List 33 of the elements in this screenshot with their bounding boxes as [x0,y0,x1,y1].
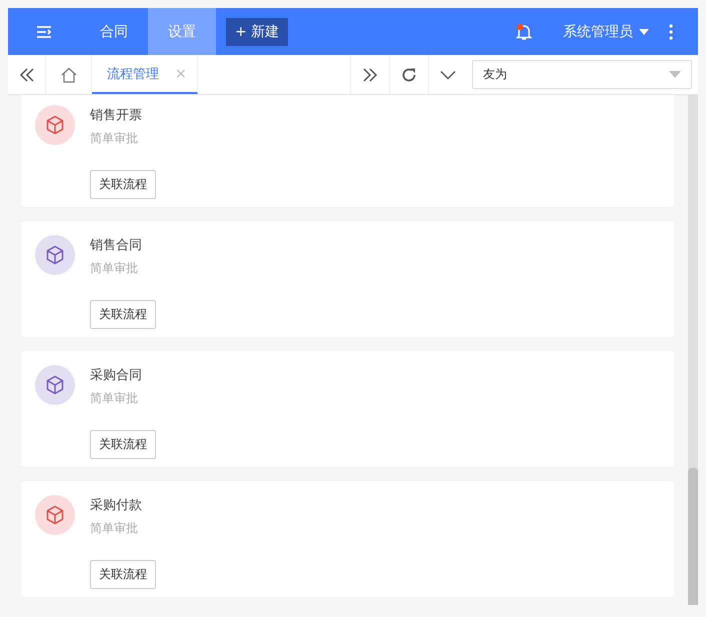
double-left-icon [18,68,34,82]
company-select[interactable]: 友为 [472,60,692,89]
menu-icon[interactable] [36,24,52,38]
card-title: 销售合同 [90,237,142,254]
cube-icon [35,495,75,535]
caret-icon [669,71,681,78]
nav-item[interactable]: 合同 [80,8,148,55]
card-subtitle: 简单审批 [90,260,139,277]
new-button[interactable]: + 新建 [226,18,288,46]
chevron-down-icon [440,70,456,80]
home-icon [60,66,78,82]
card-subtitle: 简单审批 [90,390,139,407]
link-process-button[interactable]: 关联流程 [90,300,156,329]
caret-icon[interactable] [639,28,649,34]
card-title: 采购合同 [90,367,142,384]
cube-icon [35,105,75,145]
more-icon[interactable] [669,24,673,40]
card-title: 采购付款 [90,497,142,514]
bell-icon[interactable] [515,22,533,40]
card-subtitle: 简单审批 [90,130,139,147]
card-title: 销售开票 [90,107,142,124]
card-subtitle: 简单审批 [90,520,139,537]
scrollbar[interactable] [688,95,698,605]
cube-icon [35,235,75,275]
link-process-button[interactable]: 关联流程 [90,170,156,199]
link-process-button[interactable]: 关联流程 [90,560,156,589]
refresh-icon [401,66,417,82]
cube-icon [35,365,75,405]
user-menu[interactable]: 系统管理员 [563,22,633,40]
double-right-icon [362,68,378,82]
tab-label: 流程管理 [107,66,159,82]
link-process-button[interactable]: 关联流程 [90,430,156,459]
scrollbar-thumb[interactable] [688,468,698,605]
